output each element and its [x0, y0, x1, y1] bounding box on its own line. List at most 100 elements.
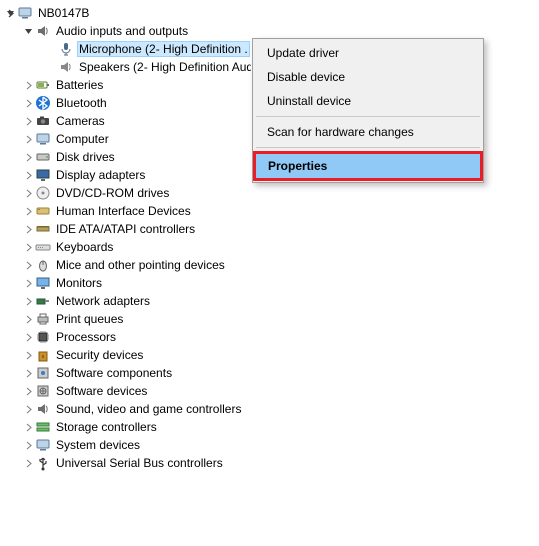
chevron-right-icon[interactable] — [22, 187, 34, 199]
tree-root[interactable]: NB0147B — [2, 4, 537, 22]
cameras-icon — [35, 113, 51, 129]
menu-scan-hardware[interactable]: Scan for hardware changes — [255, 120, 481, 144]
dvd-icon — [35, 185, 51, 201]
chevron-right-icon[interactable] — [22, 439, 34, 451]
chevron-down-icon[interactable] — [4, 7, 16, 19]
computer-icon — [35, 131, 51, 147]
tree-category[interactable]: Sound, video and game controllers — [2, 400, 537, 418]
chevron-right-icon[interactable] — [22, 385, 34, 397]
chevron-right-icon[interactable] — [22, 277, 34, 289]
chevron-right-icon[interactable] — [22, 169, 34, 181]
chevron-right-icon[interactable] — [22, 349, 34, 361]
device-manager-tree: NB0147B Audio inputs and outputs Microph… — [0, 0, 539, 476]
menu-separator — [256, 147, 480, 148]
universal-icon — [35, 455, 51, 471]
chevron-right-icon[interactable] — [22, 241, 34, 253]
tree-category-label: Bluetooth — [54, 95, 109, 111]
tree-category-label: Software components — [54, 365, 174, 381]
tree-category-label: Network adapters — [54, 293, 152, 309]
highlight-callout: Properties — [253, 151, 483, 181]
security-icon — [35, 347, 51, 363]
tree-category-label: Storage controllers — [54, 419, 159, 435]
chevron-right-icon[interactable] — [22, 367, 34, 379]
bluetooth-icon — [35, 95, 51, 111]
human-icon — [35, 203, 51, 219]
tree-category-label: Universal Serial Bus controllers — [54, 455, 225, 471]
display-icon — [35, 167, 51, 183]
chevron-right-icon[interactable] — [22, 205, 34, 217]
keyboards-icon — [35, 239, 51, 255]
tree-category-label: Cameras — [54, 113, 107, 129]
tree-category[interactable]: Mice and other pointing devices — [2, 256, 537, 274]
tree-category-label: Batteries — [54, 77, 105, 93]
tree-category[interactable]: Security devices — [2, 346, 537, 364]
chevron-right-icon[interactable] — [22, 295, 34, 307]
tree-category[interactable]: Keyboards — [2, 238, 537, 256]
chevron-right-icon[interactable] — [22, 331, 34, 343]
tree-category[interactable]: Print queues — [2, 310, 537, 328]
tree-category[interactable]: Network adapters — [2, 292, 537, 310]
menu-separator — [256, 116, 480, 117]
chevron-right-icon[interactable] — [22, 115, 34, 127]
tree-category[interactable]: Monitors — [2, 274, 537, 292]
tree-root-label: NB0147B — [36, 5, 91, 21]
monitors-icon — [35, 275, 51, 291]
tree-category[interactable]: Processors — [2, 328, 537, 346]
chevron-right-icon[interactable] — [22, 403, 34, 415]
tree-category-label: Mice and other pointing devices — [54, 257, 227, 273]
tree-category-label: Sound, video and game controllers — [54, 401, 243, 417]
software-icon — [35, 383, 51, 399]
tree-device-label: Speakers (2- High Definition Aud — [77, 59, 251, 75]
tree-category-label: Computer — [54, 131, 111, 147]
tree-category[interactable]: Storage controllers — [2, 418, 537, 436]
tree-category-label: Monitors — [54, 275, 104, 291]
chevron-right-icon[interactable] — [22, 457, 34, 469]
tree-category[interactable]: Human Interface Devices — [2, 202, 537, 220]
tree-device-label: Microphone (2- High Definition . — [77, 41, 250, 57]
speaker-icon — [35, 23, 51, 39]
chevron-right-icon[interactable] — [22, 133, 34, 145]
menu-properties[interactable]: Properties — [256, 154, 480, 178]
sound-icon — [35, 401, 51, 417]
print-icon — [35, 311, 51, 327]
tree-category[interactable]: System devices — [2, 436, 537, 454]
storage-icon — [35, 419, 51, 435]
tree-category-label: Disk drives — [54, 149, 117, 165]
tree-category[interactable]: Software devices — [2, 382, 537, 400]
menu-update-driver[interactable]: Update driver — [255, 41, 481, 65]
tree-category-label: System devices — [54, 437, 142, 453]
computer-icon — [17, 5, 33, 21]
chevron-right-icon[interactable] — [22, 79, 34, 91]
batteries-icon — [35, 77, 51, 93]
tree-category-label: Keyboards — [54, 239, 115, 255]
system-icon — [35, 437, 51, 453]
tree-category-label: Processors — [54, 329, 118, 345]
chevron-right-icon[interactable] — [22, 223, 34, 235]
chevron-right-icon[interactable] — [22, 97, 34, 109]
tree-category[interactable]: Universal Serial Bus controllers — [2, 454, 537, 472]
tree-category[interactable]: DVD/CD-ROM drives — [2, 184, 537, 202]
tree-category-label: Security devices — [54, 347, 145, 363]
chevron-right-icon[interactable] — [22, 421, 34, 433]
menu-uninstall-device[interactable]: Uninstall device — [255, 89, 481, 113]
speaker-icon — [58, 59, 74, 75]
tree-category-label: Print queues — [54, 311, 125, 327]
chevron-down-icon[interactable] — [22, 25, 34, 37]
mice-icon — [35, 257, 51, 273]
menu-disable-device[interactable]: Disable device — [255, 65, 481, 89]
tree-category-label: DVD/CD-ROM drives — [54, 185, 171, 201]
tree-category-label: IDE ATA/ATAPI controllers — [54, 221, 197, 237]
tree-category[interactable]: IDE ATA/ATAPI controllers — [2, 220, 537, 238]
tree-category[interactable]: Software components — [2, 364, 537, 382]
context-menu: Update driver Disable device Uninstall d… — [252, 38, 484, 183]
microphone-icon — [58, 41, 74, 57]
processors-icon — [35, 329, 51, 345]
chevron-right-icon[interactable] — [22, 259, 34, 271]
tree-category-label: Software devices — [54, 383, 149, 399]
disk-icon — [35, 149, 51, 165]
chevron-right-icon[interactable] — [22, 151, 34, 163]
tree-category-label: Human Interface Devices — [54, 203, 193, 219]
network-icon — [35, 293, 51, 309]
ide-icon — [35, 221, 51, 237]
chevron-right-icon[interactable] — [22, 313, 34, 325]
